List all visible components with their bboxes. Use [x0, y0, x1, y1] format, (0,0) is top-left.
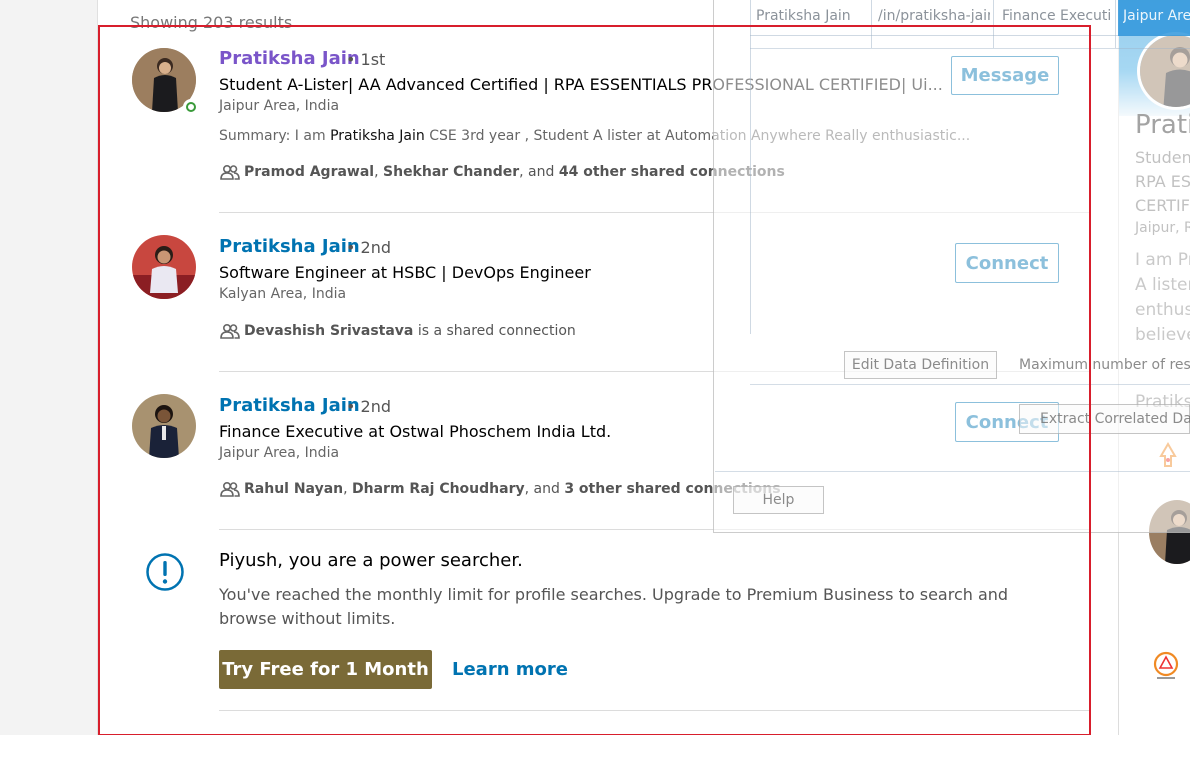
summary-highlight: Pratiksha Jain — [330, 128, 425, 144]
overlay-grid-line — [715, 471, 1190, 472]
connection-degree: • 2nd — [346, 397, 391, 416]
separator: , and — [519, 164, 559, 180]
result-location: Jaipur Area, India — [219, 98, 340, 114]
shared-connection-name[interactable]: Pramod Agrawal — [244, 164, 374, 180]
result-location: Kalyan Area, India — [219, 286, 347, 302]
avatar[interactable] — [132, 394, 196, 458]
help-button[interactable]: Help — [733, 486, 824, 514]
avatar[interactable] — [132, 235, 196, 299]
overlay-cell[interactable]: Finance Executiv — [1002, 8, 1110, 24]
divider — [219, 529, 1090, 530]
left-gutter — [0, 0, 98, 735]
alert-icon — [146, 553, 184, 591]
profile-description-line: believe — [1135, 325, 1190, 345]
profile-location: Jaipur, R — [1135, 220, 1190, 236]
shared-connections[interactable]: Devashish Srivastava is a shared connect… — [244, 323, 576, 339]
overlay-cell[interactable]: Pratiksha Jain — [756, 8, 868, 24]
connect-button[interactable]: Connect — [955, 243, 1059, 283]
summary-prefix: Summary: I am — [219, 128, 331, 144]
profile-description-line: A lister — [1135, 275, 1190, 295]
shared-connection-name[interactable]: Devashish Srivastava — [244, 323, 413, 339]
divider — [219, 710, 1090, 711]
overlay-grid-line — [1115, 0, 1116, 48]
summary-suffix: CSE 3rd year , Student A lister at Autom… — [424, 128, 971, 144]
bottom-blank-area — [0, 735, 1190, 760]
connection-degree: • 2nd — [346, 238, 391, 257]
shared-connections-icon — [220, 164, 240, 180]
overlay-grid-line — [871, 0, 872, 48]
separator: , — [343, 481, 353, 497]
online-status-icon — [183, 99, 199, 115]
shared-connection-tail: is a shared connection — [413, 323, 576, 339]
separator: , — [374, 164, 384, 180]
upsell-title: Piyush, you are a power searcher. — [219, 550, 523, 571]
company-logo-icon — [1159, 442, 1177, 467]
profile-headline-line: CERTIFI — [1135, 196, 1190, 215]
connection-degree: • 1st — [346, 50, 386, 69]
result-headline: Software Engineer at HSBC | DevOps Engin… — [219, 263, 591, 282]
result-name-link[interactable]: Pratiksha Jain — [219, 48, 360, 69]
result-headline: Student A-Lister| AA Advanced Certified … — [219, 75, 943, 94]
max-results-label: Maximum number of results — [1019, 357, 1190, 373]
shared-connection-name[interactable]: Dharm Raj Choudhary — [352, 481, 525, 497]
result-summary: Summary: I am Pratiksha Jain CSE 3rd yea… — [219, 128, 970, 144]
divider — [219, 212, 1090, 213]
overlay-cell[interactable]: Jaipur Area — [1123, 8, 1190, 24]
profile-description-line: enthusi — [1135, 300, 1190, 320]
overlay-grid-line — [750, 384, 1190, 385]
overlay-grid-line — [750, 48, 1190, 49]
shared-connections[interactable]: Pramod Agrawal, Shekhar Chander, and 44 … — [244, 164, 785, 180]
overlay-grid-line — [750, 0, 751, 334]
edit-data-definition-button[interactable]: Edit Data Definition — [844, 351, 997, 379]
profile-name: Pratik — [1135, 110, 1190, 140]
profile-headline-line: Student — [1135, 148, 1190, 167]
shared-connection-name[interactable]: Rahul Nayan — [244, 481, 343, 497]
extract-correlated-data-button[interactable]: Extract Correlated Data — [1019, 404, 1190, 434]
shared-connections-icon — [220, 481, 240, 497]
upsell-description: You've reached the monthly limit for pro… — [219, 585, 1009, 628]
overlay-grid-line — [993, 0, 994, 48]
try-premium-button[interactable]: Try Free for 1 Month — [219, 650, 432, 689]
profile-headline-line: RPA ESS — [1135, 172, 1190, 191]
result-headline: Finance Executive at Ostwal Phoschem Ind… — [219, 422, 612, 441]
result-location: Jaipur Area, India — [219, 445, 340, 461]
profile-description-line: I am Pra — [1135, 250, 1190, 270]
shared-connections[interactable]: Rahul Nayan, Dharm Raj Choudhary, and 3 … — [244, 481, 781, 497]
result-name-link[interactable]: Pratiksha Jain — [219, 395, 360, 416]
results-count: Showing 203 results — [130, 13, 293, 32]
separator: , and — [524, 481, 565, 497]
learn-more-link[interactable]: Learn more — [452, 659, 568, 680]
shared-connections-icon — [220, 323, 240, 339]
shared-connection-name[interactable]: Shekhar Chander — [383, 164, 519, 180]
overlay-cell[interactable]: /in/pratiksha-jain — [878, 8, 990, 24]
certification-badge-icon — [1153, 651, 1179, 679]
message-button[interactable]: Message — [951, 56, 1059, 95]
result-name-link[interactable]: Pratiksha Jain — [219, 236, 360, 257]
profile-photo-small[interactable] — [1149, 500, 1190, 564]
